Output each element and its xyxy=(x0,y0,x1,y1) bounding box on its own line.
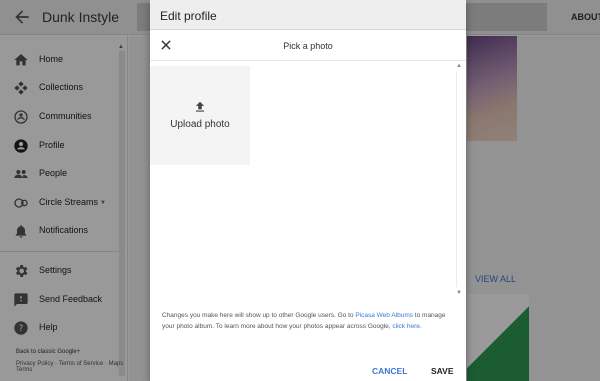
dialog-header: Edit profile xyxy=(150,0,466,30)
click-here-link[interactable]: click here xyxy=(392,323,419,330)
upload-photo-button[interactable]: Upload photo xyxy=(150,66,250,165)
dialog-footer: CANCEL SAVE xyxy=(150,358,466,381)
dialog-title: Edit profile xyxy=(160,9,217,23)
info-text-part: Changes you make here will show up to ot… xyxy=(162,312,356,319)
picker-title: Pick a photo xyxy=(283,41,333,51)
photo-picker-bar: Pick a photo xyxy=(150,31,466,61)
info-text-part: . xyxy=(419,323,422,330)
picker-scroll-up-icon[interactable]: ▲ xyxy=(456,63,462,69)
cancel-button[interactable]: CANCEL xyxy=(372,366,407,376)
edit-profile-dialog: Edit profile Pick a photo Upload photo ▲… xyxy=(150,0,466,381)
info-text: Changes you make here will show up to ot… xyxy=(162,310,456,332)
picasa-web-albums-link[interactable]: Picasa Web Albums xyxy=(355,312,413,319)
picker-scrollbar[interactable] xyxy=(456,72,462,287)
save-button[interactable]: SAVE xyxy=(431,366,454,376)
picker-scroll-down-icon[interactable]: ▼ xyxy=(456,290,462,296)
upload-icon xyxy=(195,101,205,112)
upload-photo-label: Upload photo xyxy=(170,119,230,130)
